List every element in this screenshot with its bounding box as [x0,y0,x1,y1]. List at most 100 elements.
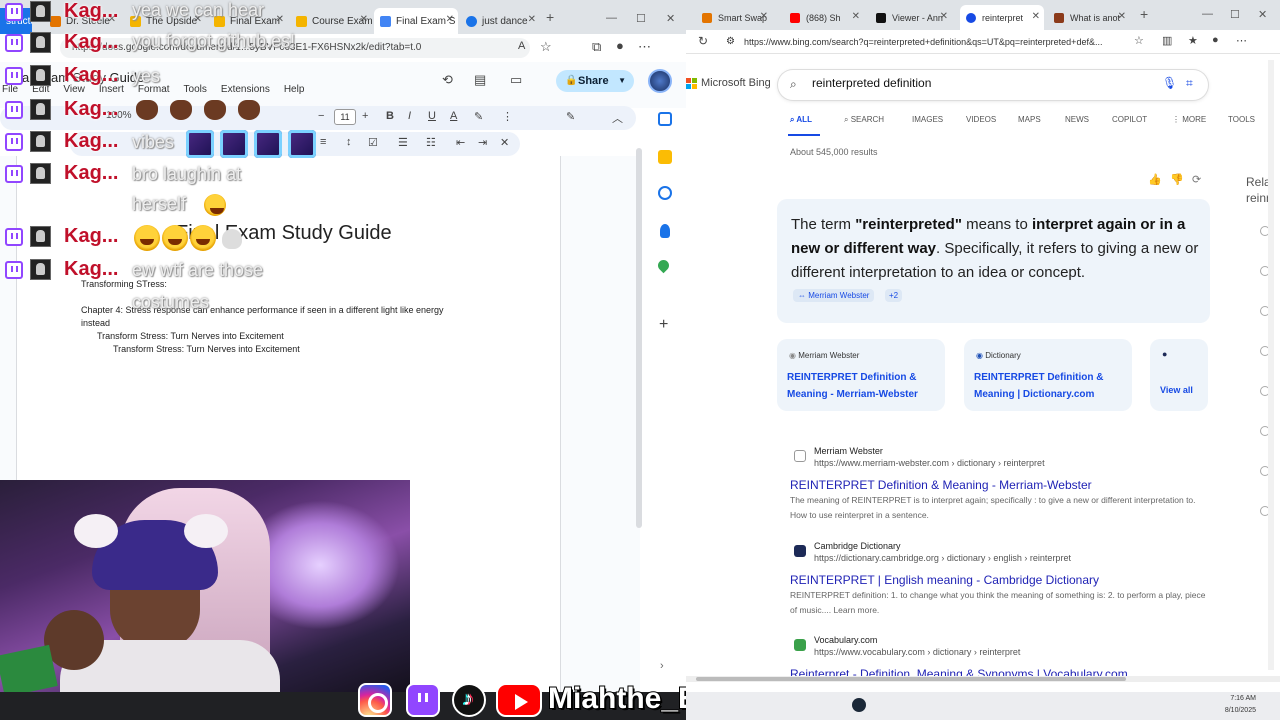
bing-logo[interactable]: Microsoft Bing [686,77,771,89]
microphone-icon[interactable]: 🎙 [1162,76,1177,90]
result-title-link[interactable]: REINTERPRET | English meaning - Cambridg… [790,573,1099,587]
menu-file[interactable]: File [2,84,18,95]
extensions-icon[interactable]: ⧉ [592,39,601,55]
align-icon[interactable]: ≡ [320,136,326,148]
tab-course-exam[interactable]: Course Exam ✕ [290,8,372,34]
new-tab-icon[interactable]: + [1140,6,1148,22]
keep-icon[interactable] [658,150,672,164]
nav-videos[interactable]: VIDEOS [966,115,996,124]
menu-dots-icon[interactable]: ⋯ [638,39,651,55]
nav-copilot[interactable]: COPILOT [1112,115,1147,124]
horizontal-scroll-thumb[interactable] [696,677,1126,681]
editing-mode-icon[interactable]: ✎ [566,110,575,123]
search-input[interactable] [812,76,1142,90]
thumbs-up-icon[interactable]: 👍 [1148,173,1162,186]
checklist-icon[interactable]: ☑ [368,136,378,149]
menu-help[interactable]: Help [284,84,305,95]
clear-format-icon[interactable]: ✕ [500,136,509,149]
view-all-link[interactable]: View all [1160,385,1193,395]
close-icon[interactable]: ✕ [760,11,768,22]
indent-increase-icon[interactable]: ⇥ [478,136,487,149]
tab-viewer[interactable]: Viewer - Ann ✕ [870,5,952,30]
tab-just-dance[interactable]: just dance ✕ [460,8,540,34]
nav-news[interactable]: NEWS [1065,115,1089,124]
close-window-icon[interactable]: ✕ [1258,8,1267,21]
comments-icon[interactable]: ▤ [474,72,486,88]
source-card-link[interactable]: REINTERPRET Definition & Meaning - Merri… [787,369,937,403]
text-color-icon[interactable]: A [450,110,457,122]
minimize-icon[interactable]: — [1202,8,1213,20]
visual-search-icon[interactable]: ⌗ [1186,76,1193,91]
doc-line[interactable]: Transform Stress: Turn Nerves into Excit… [113,344,300,354]
add-addon-icon[interactable]: + [659,316,668,334]
doc-line[interactable]: instead [81,318,110,328]
source-card-view-all[interactable]: ● [1150,339,1208,411]
bullet-list-icon[interactable]: ☰ [398,136,408,149]
profile-icon[interactable]: ● [1212,34,1219,46]
calendar-icon[interactable] [658,112,672,126]
nav-images[interactable]: IMAGES [912,115,943,124]
new-tab-icon[interactable]: + [546,9,554,25]
more-options-icon[interactable]: ⋮ [502,110,513,123]
taskbar-clock[interactable]: 7:16 AM 8/10/2025 [1225,693,1256,717]
result-url[interactable]: https://www.merriam-webster.com › dictio… [814,458,1045,468]
share-button[interactable]: 🔒 Share ▼ [556,70,634,92]
nav-all[interactable]: ⌕ ALL [790,115,812,125]
right-url-field[interactable]: ⚙ https://www.bing.com/search?q=reinterp… [722,32,1132,52]
nav-search[interactable]: ⌕ SEARCH [844,115,884,125]
close-icon[interactable]: ✕ [528,14,536,25]
close-icon[interactable]: ✕ [446,14,454,25]
tasks-icon[interactable] [658,186,672,200]
read-aloud-icon[interactable]: A [518,40,525,52]
menu-tools[interactable]: Tools [184,84,207,95]
close-window-icon[interactable]: ✕ [666,12,675,25]
avatar[interactable] [648,69,672,93]
maps-icon[interactable] [655,257,672,274]
doc-line[interactable]: Transform Stress: Turn Nerves into Excit… [97,331,284,341]
bookmark-star-icon[interactable]: ☆ [540,39,552,55]
bing-search-box[interactable]: ⌕ 🎙 ⌗ [778,70,1208,100]
maximize-icon[interactable]: ☐ [636,12,646,25]
menu-dots-icon[interactable]: ⋯ [1236,34,1247,47]
close-icon[interactable]: ✕ [360,14,368,25]
thumbs-down-icon[interactable]: 👎 [1170,173,1184,186]
nav-tools[interactable]: TOOLS [1228,115,1255,124]
maximize-icon[interactable]: ☐ [1230,8,1240,21]
close-icon[interactable]: ✕ [852,11,860,22]
tab-final-exam-study-guide[interactable]: Final Exam S ✕ [374,8,458,34]
minimize-icon[interactable]: — [606,12,617,24]
decrease-font-icon[interactable]: − [318,110,324,122]
tab-reinterpret[interactable]: reinterpret ✕ [960,5,1044,30]
history-icon[interactable]: ⟲ [442,72,453,88]
favorites-icon[interactable]: ★ [1188,34,1198,47]
menu-extensions[interactable]: Extensions [221,84,270,95]
italic-icon[interactable]: I [408,110,411,122]
source-card-merriam[interactable]: ◉ Merriam Webster REINTERPRET Definition… [777,339,945,411]
right-scrollbar[interactable] [1268,60,1274,670]
bold-icon[interactable]: B [386,110,394,122]
answer-more-sources[interactable]: +2 [885,289,903,302]
split-screen-icon[interactable]: ▥ [1162,34,1172,47]
chevron-right-icon[interactable]: › [660,660,664,672]
line-spacing-icon[interactable]: ↕ [346,136,352,148]
source-card-dictionary[interactable]: ◉ Dictionary REINTERPRET Definition & Me… [964,339,1132,411]
tab-smart-swap[interactable]: Smart Swap ✕ [696,5,772,30]
close-icon[interactable]: ✕ [1032,11,1040,22]
meet-icon[interactable]: ▭ [510,72,522,88]
bookmark-star-icon[interactable]: ☆ [1134,34,1144,47]
close-icon[interactable]: ✕ [276,14,284,25]
underline-icon[interactable]: U [428,110,436,122]
close-icon[interactable]: ✕ [940,11,948,22]
source-card-link[interactable]: REINTERPRET Definition & Meaning | Dicti… [974,369,1124,403]
close-icon[interactable]: ✕ [1118,11,1126,22]
nav-more[interactable]: ⋮ MORE [1172,115,1206,124]
chevron-up-icon[interactable]: ︿ [612,110,623,126]
result-url[interactable]: https://dictionary.cambridge.org › dicti… [814,553,1071,563]
nav-maps[interactable]: MAPS [1018,115,1041,124]
refresh-icon[interactable]: ↻ [698,34,708,48]
tab-what-is-another[interactable]: What is anot ✕ [1048,5,1130,30]
result-title-link[interactable]: REINTERPRET Definition & Meaning - Merri… [790,478,1092,492]
numbered-list-icon[interactable]: ☷ [426,136,436,149]
profile-icon[interactable]: ● [616,38,624,53]
share-icon[interactable]: ⟳ [1192,173,1201,186]
